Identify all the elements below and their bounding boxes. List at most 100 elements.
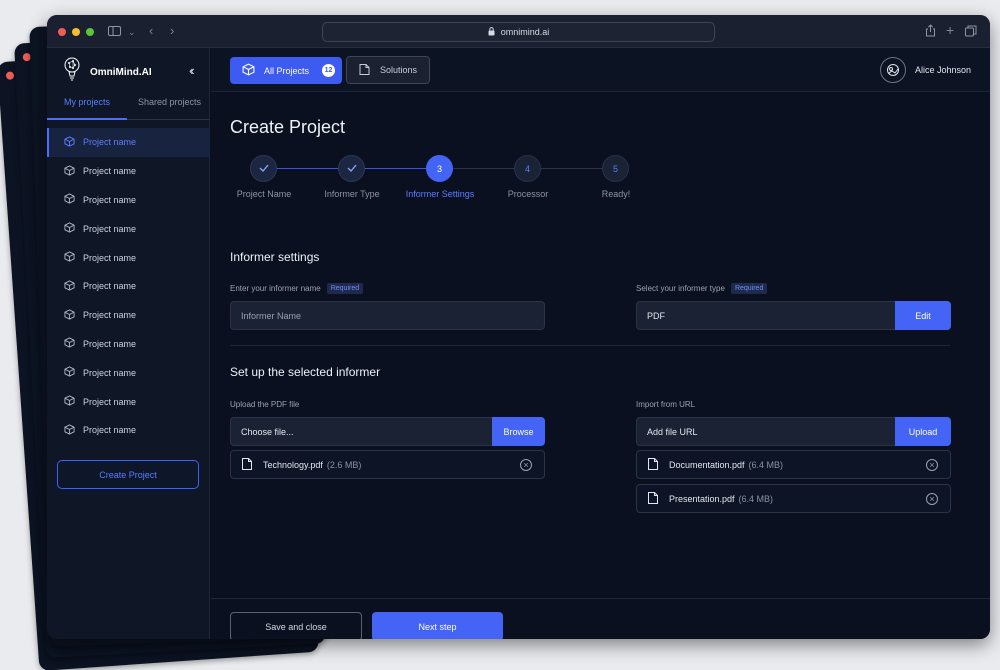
traffic-light-red bbox=[5, 71, 15, 80]
top-bar: All Projects 12 Solutions Alice Johnson bbox=[211, 48, 990, 92]
cube-icon bbox=[64, 280, 75, 293]
project-name: Project name bbox=[83, 194, 137, 205]
user-name: Alice Johnson bbox=[915, 65, 972, 75]
project-name: Project name bbox=[83, 396, 137, 407]
remove-file-icon[interactable]: × bbox=[520, 459, 532, 471]
tab-shared-projects[interactable]: Shared projects bbox=[138, 97, 201, 107]
browser-window: ⌄ ‹ › omnimind.ai + OmniMind.AI ‹‹ My pr… bbox=[47, 15, 990, 639]
cube-icon bbox=[64, 251, 75, 264]
project-list-item[interactable]: Project name bbox=[47, 214, 210, 243]
informer-name-input[interactable]: Informer Name bbox=[230, 301, 545, 330]
project-name: Project name bbox=[83, 137, 137, 148]
step-1-circle[interactable] bbox=[250, 155, 277, 182]
upload-pdf-label: Upload the PDF file bbox=[230, 400, 300, 409]
document-icon bbox=[358, 63, 371, 78]
sidebar-create-project-button[interactable]: Create Project bbox=[57, 460, 199, 489]
sidebar: OmniMind.AI ‹‹ My projects Shared projec… bbox=[47, 48, 210, 639]
project-name: Project name bbox=[83, 223, 137, 234]
uploaded-file-item: Technology.pdf (2.6 MB) × bbox=[230, 450, 545, 479]
projects-count-badge: 12 bbox=[322, 64, 336, 77]
cube-icon bbox=[64, 309, 75, 322]
project-list-item[interactable]: Project name bbox=[47, 358, 210, 387]
choose-file-input[interactable]: Choose file... bbox=[230, 417, 493, 446]
step-connector bbox=[277, 168, 339, 169]
solutions-button[interactable]: Solutions bbox=[346, 56, 430, 84]
step-5-circle[interactable]: 5 bbox=[602, 155, 629, 182]
project-list-item[interactable]: Project name bbox=[47, 186, 210, 215]
forward-arrow-icon[interactable]: › bbox=[170, 24, 174, 37]
step-2-circle[interactable] bbox=[338, 155, 365, 182]
project-list-item[interactable]: Project name bbox=[47, 301, 210, 330]
url-file-item: Documentation.pdf (6.4 MB) × bbox=[636, 450, 951, 479]
cube-icon bbox=[64, 222, 75, 235]
step-connector bbox=[541, 168, 602, 169]
setup-informer-heading: Set up the selected informer bbox=[230, 365, 381, 379]
next-step-button[interactable]: Next step bbox=[372, 612, 503, 639]
project-list-item[interactable]: Project name bbox=[47, 416, 210, 445]
project-list-item[interactable]: Project name bbox=[47, 272, 210, 301]
file-name: Presentation.pdf bbox=[669, 493, 735, 504]
step-connector bbox=[453, 168, 514, 169]
page-title: Create Project bbox=[230, 117, 346, 137]
remove-file-icon[interactable]: × bbox=[926, 459, 938, 471]
import-url-label: Import from URL bbox=[636, 400, 696, 409]
chevron-down-icon[interactable]: ⌄ bbox=[128, 26, 136, 38]
check-icon bbox=[259, 164, 269, 174]
back-arrow-icon[interactable]: ‹ bbox=[149, 24, 153, 37]
step-3-circle[interactable]: 3 bbox=[426, 155, 453, 182]
remove-file-icon[interactable]: × bbox=[926, 493, 938, 505]
progress-stepper: 3 4 5 Project Name Informer Type Informe… bbox=[211, 155, 990, 205]
informer-type-label-text: Select your informer type bbox=[636, 284, 725, 293]
url-text: omnimind.ai bbox=[500, 27, 550, 37]
avatar bbox=[880, 57, 906, 83]
edit-type-button[interactable]: Edit bbox=[895, 301, 951, 330]
cube-icon bbox=[64, 395, 75, 408]
file-url-input[interactable]: Add file URL bbox=[636, 417, 896, 446]
file-size: (6.4 MB) bbox=[748, 459, 784, 470]
close-window-button[interactable] bbox=[58, 28, 66, 36]
project-name: Project name bbox=[83, 281, 137, 292]
project-list-item[interactable]: Project name bbox=[47, 243, 210, 272]
new-tab-icon[interactable]: + bbox=[946, 23, 954, 37]
cube-icon bbox=[64, 366, 75, 379]
user-menu[interactable]: Alice Johnson bbox=[880, 57, 971, 83]
informer-name-label-text: Enter your informer name bbox=[230, 284, 321, 293]
brand-name: OmniMind.AI bbox=[90, 67, 152, 78]
maximize-window-button[interactable] bbox=[86, 28, 94, 36]
minimize-window-button[interactable] bbox=[72, 28, 80, 36]
save-and-close-button[interactable]: Save and close bbox=[230, 612, 362, 639]
step-4-label: Processor bbox=[507, 189, 549, 199]
step-5-label: Ready! bbox=[601, 189, 631, 199]
file-icon bbox=[647, 491, 659, 507]
brand[interactable]: OmniMind.AI bbox=[64, 57, 152, 88]
step-connector bbox=[365, 168, 426, 169]
browser-titlebar: ⌄ ‹ › omnimind.ai + bbox=[47, 15, 990, 48]
file-name: Technology.pdf bbox=[263, 459, 323, 470]
brain-bulb-logo-icon bbox=[64, 57, 80, 88]
project-list-item[interactable]: Project name bbox=[47, 157, 210, 186]
tab-my-projects[interactable]: My projects bbox=[64, 97, 110, 107]
sidebar-toggle-icon[interactable] bbox=[108, 26, 121, 38]
collapse-sidebar-icon[interactable]: ‹‹ bbox=[189, 63, 194, 78]
share-icon[interactable] bbox=[925, 24, 936, 39]
informer-name-label: Enter your informer name Required bbox=[230, 283, 364, 294]
project-list-item[interactable]: Project name bbox=[47, 387, 210, 416]
required-badge: Required bbox=[730, 283, 768, 294]
all-projects-label: All Projects bbox=[264, 65, 310, 76]
informer-type-select[interactable]: PDF bbox=[636, 301, 896, 330]
step-3-label: Informer Settings bbox=[405, 189, 475, 199]
upload-button[interactable]: Upload bbox=[895, 417, 951, 446]
step-4-circle[interactable]: 4 bbox=[514, 155, 541, 182]
project-name: Project name bbox=[83, 338, 137, 349]
tab-overview-icon[interactable] bbox=[965, 25, 977, 39]
informer-settings-heading: Informer settings bbox=[230, 250, 320, 264]
browse-button[interactable]: Browse bbox=[492, 417, 545, 446]
project-list-item[interactable]: Project name bbox=[47, 128, 210, 157]
address-bar[interactable]: omnimind.ai bbox=[322, 22, 715, 42]
project-list-item[interactable]: Project name bbox=[47, 330, 210, 359]
project-list: Project name Project name Project name P… bbox=[47, 128, 210, 445]
url-file-item: Presentation.pdf (6.4 MB) × bbox=[636, 484, 951, 513]
all-projects-button[interactable]: All Projects 12 bbox=[230, 57, 342, 84]
sidebar-tabs: My projects Shared projects bbox=[47, 93, 210, 120]
solutions-label: Solutions bbox=[380, 65, 418, 75]
